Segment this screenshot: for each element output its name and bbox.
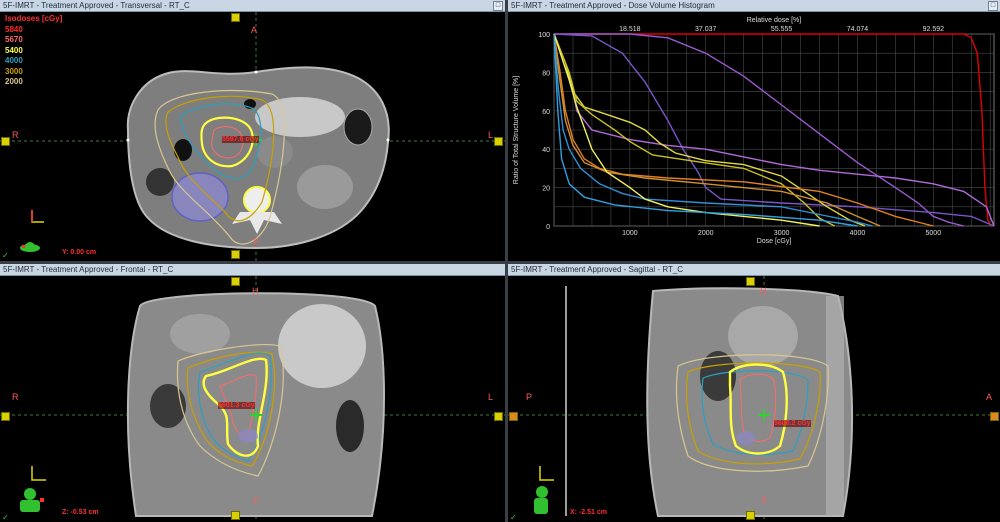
top-tick-label: 18.518 — [619, 26, 641, 33]
dvh-title: 5F-IMRT - Treatment Approved - Dose Volu… — [508, 0, 1000, 12]
top-tick-label: 55.555 — [771, 26, 793, 33]
y-tick-label: 20 — [542, 186, 550, 193]
y-tick-label: 60 — [542, 109, 550, 116]
isodose-header: Isodoses [cGy] — [5, 14, 63, 23]
isodose-level: 3000 — [5, 66, 23, 76]
transversal-title: 5F-IMRT - Treatment Approved - Transvers… — [0, 0, 505, 12]
x-axis-label: Dose [cGy] — [757, 238, 792, 245]
dvh-view[interactable]: 5F-IMRT - Treatment Approved - Dose Volu… — [508, 0, 1000, 261]
x-tick-label: 2000 — [698, 230, 714, 237]
top-tick-label: 37.037 — [695, 26, 717, 33]
slice-marker-top[interactable] — [231, 13, 240, 22]
slice-marker-right[interactable] — [494, 137, 503, 146]
x-tick-label: 1000 — [622, 230, 638, 237]
slice-coordinate: Z: -0.53 cm — [62, 509, 99, 516]
slice-marker-bottom[interactable] — [231, 511, 240, 520]
transversal-view[interactable]: 5F-IMRT - Treatment Approved - Transvers… — [0, 0, 505, 261]
y-tick-label: 40 — [542, 147, 550, 154]
slice-marker-bottom[interactable] — [746, 511, 755, 520]
pane-divider-horizontal[interactable] — [0, 261, 1000, 264]
maximize-icon[interactable]: □ — [988, 1, 998, 11]
x-tick-label: 3000 — [774, 230, 790, 237]
y-axis-label: Ratio of Total Structure Volume [%] — [513, 76, 520, 184]
y-tick-label: 100 — [538, 32, 550, 39]
slice-marker-top[interactable] — [231, 277, 240, 286]
frontal-title: 5F-IMRT - Treatment Approved - Frontal -… — [0, 264, 505, 276]
dvh-chart[interactable]: 1000 2000 3000 4000 5000 0 20 40 60 80 100 18.518 37… — [508, 12, 1000, 261]
isodose-level: 5670 — [5, 35, 23, 44]
top-tick-label: 92.592 — [923, 26, 945, 33]
svg-text:✓: ✓ — [2, 251, 9, 260]
orientation-label-right: R — [12, 392, 19, 402]
top-tick-label: 74.074 — [847, 26, 869, 33]
orientation-label-head: H — [760, 286, 767, 296]
dose-readout: 5601.3 cGy — [218, 402, 255, 409]
frontal-view[interactable]: 5F-IMRT - Treatment Approved - Frontal -… — [0, 264, 505, 522]
slice-marker-left[interactable] — [1, 137, 10, 146]
slice-marker-bottom[interactable] — [231, 250, 240, 259]
slice-marker-left[interactable] — [1, 412, 10, 421]
y-tick-label: 0 — [546, 224, 550, 231]
svg-text:✓: ✓ — [510, 513, 517, 522]
orientation-label-right: R — [12, 130, 19, 140]
slice-coordinate: Y: 0.00 cm — [62, 249, 97, 256]
slice-marker-left[interactable] — [509, 412, 518, 421]
isodose-level: 2000 — [5, 77, 23, 86]
x-tick-label: 4000 — [850, 230, 866, 237]
orientation-label-anterior: A — [251, 25, 258, 35]
isodose-level: 5400 — [5, 45, 23, 55]
orientation-label-posterior: P — [253, 237, 260, 247]
frontal-image: ✓ — [0, 276, 505, 522]
isodose-legend: Isodoses [cGy] 5840 5670 5400 4000 3000 … — [5, 14, 62, 88]
orientation-label-anterior: A — [986, 392, 993, 402]
isodose-level: 4000 — [5, 56, 23, 65]
slice-marker-right[interactable] — [990, 412, 999, 421]
x-tick-label: 5000 — [926, 230, 942, 237]
y-tick-label: 80 — [542, 70, 550, 77]
dose-readout: 5600.2 cGy — [774, 420, 811, 427]
sagittal-image: ✓ — [508, 276, 1000, 522]
orientation-label-head: H — [252, 286, 259, 296]
slice-marker-right[interactable] — [494, 412, 503, 421]
sagittal-title: 5F-IMRT - Treatment Approved - Sagittal … — [508, 264, 1000, 276]
orientation-label-left: L — [488, 392, 494, 402]
slice-marker-top[interactable] — [746, 277, 755, 286]
svg-text:✓: ✓ — [2, 513, 9, 522]
maximize-icon[interactable]: □ — [493, 1, 503, 11]
slice-coordinate: X: -2.51 cm — [570, 509, 607, 516]
orientation-label-foot: F — [254, 496, 260, 506]
orientation-label-foot: F — [762, 496, 768, 506]
isodose-level: 5840 — [5, 24, 23, 34]
dose-readout: 5597.6 cGy — [222, 136, 259, 143]
top-axis-label: Relative dose [%] — [747, 17, 802, 24]
sagittal-view[interactable]: 5F-IMRT - Treatment Approved - Sagittal … — [508, 264, 1000, 522]
orientation-label-left: L — [488, 130, 494, 140]
orientation-label-posterior: P — [526, 392, 533, 402]
